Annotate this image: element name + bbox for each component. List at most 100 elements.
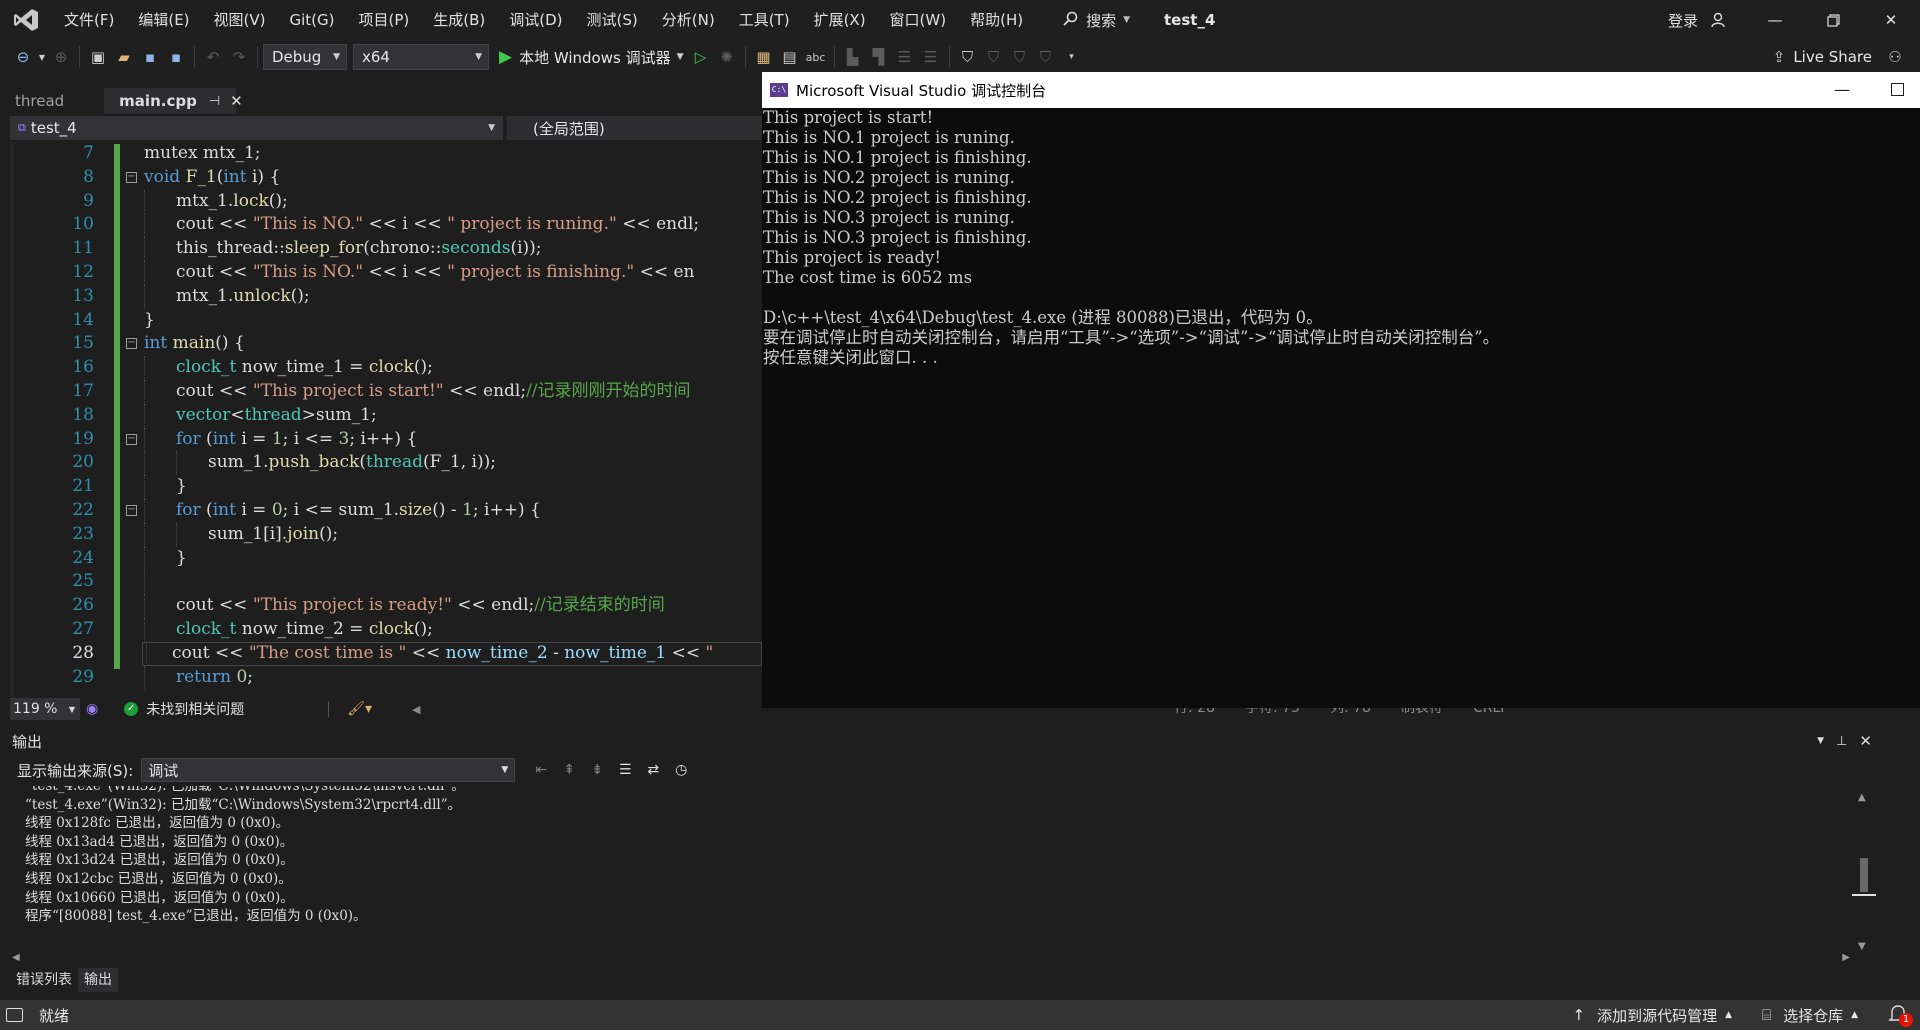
redo-icon[interactable]: ↷ [226, 44, 252, 70]
message-icon[interactable] [6, 1008, 23, 1022]
solution-configuration-select[interactable]: Debug ▼ [263, 44, 347, 70]
output-text[interactable]: “test_4.exe”(Win32): 已加载“C:\Windows\Syst… [0, 786, 1850, 956]
hot-reload-icon[interactable]: ✺ [714, 44, 740, 70]
output-horizontal-scrollbar[interactable]: ◀ ▶ [12, 952, 1850, 966]
close-button[interactable]: ✕ [1862, 0, 1920, 40]
code-editor[interactable]: 7 mutex mtx_1; 8− void F_1(int i) {9 mtx_1.l… [10, 142, 762, 697]
indent-icon[interactable]: ☰ [892, 44, 918, 70]
outdent-icon[interactable]: ☰ [918, 44, 944, 70]
undo-icon[interactable]: ↶ [200, 44, 226, 70]
format-icon[interactable]: ▜ [866, 44, 892, 70]
bookmark-icon[interactable]: ⛉ [955, 44, 981, 70]
scope-dropdown[interactable]: (全局范围) [507, 116, 762, 140]
word-wrap-icon[interactable]: ⇄ [639, 758, 667, 782]
find-message-icon[interactable]: ⇤ [527, 758, 555, 782]
feedback-icon[interactable]: ⚇ [1882, 44, 1908, 70]
console-minimize-button[interactable]: — [1834, 72, 1850, 108]
chevron-down-icon[interactable]: ▼ [36, 44, 48, 70]
scroll-up-icon[interactable]: ▲ [1858, 792, 1866, 803]
tab-error-list[interactable]: 错误列表 [10, 968, 78, 992]
previous-message-icon[interactable]: ⇞ [555, 758, 583, 782]
solution-explorer-icon[interactable]: ▦ [751, 44, 777, 70]
issues-indicator[interactable]: ✓ 未找到相关问题 [124, 699, 244, 719]
save-all-icon[interactable]: ▪ [163, 44, 189, 70]
clear-all-icon[interactable]: ☰ [611, 758, 639, 782]
menu-item[interactable]: 文件(F) [52, 0, 126, 40]
tab-main-cpp[interactable]: main.cpp ⊣ ✕ [104, 88, 243, 114]
console-line: This is NO.2 project is runing. [763, 168, 1015, 187]
close-icon[interactable]: ✕ [230, 92, 243, 110]
output-vertical-scrollbar[interactable]: ▲ ▼ [1852, 792, 1876, 952]
code-token: return [176, 666, 232, 687]
spell-check-icon[interactable]: abc [803, 44, 829, 70]
menu-item[interactable]: 测试(S) [575, 0, 650, 40]
start-without-debugging-icon[interactable]: ▷ [688, 44, 714, 70]
close-icon[interactable]: ✕ [1859, 732, 1872, 750]
console-maximize-button[interactable] [1891, 83, 1904, 96]
scroll-left-icon[interactable]: ◀ [12, 952, 20, 963]
menu-item[interactable]: 编辑(E) [126, 0, 201, 40]
menu-item[interactable]: 视图(V) [202, 0, 278, 40]
fold-toggle-icon[interactable]: − [126, 338, 137, 350]
login-button[interactable]: 登录 [1668, 10, 1698, 31]
notification-bell-icon[interactable]: 1 [1888, 1004, 1913, 1027]
title-menu-bar: 文件(F) 编辑(E) 视图(V) Git(G) 项目(P) 生成(B) 调试(D) 测试(S… [0, 0, 1920, 40]
start-debugging-button[interactable]: ▶ 本地 Windows 调试器 ▼ [495, 44, 688, 70]
fold-toggle-icon[interactable]: − [126, 504, 137, 516]
code-token: clock [368, 357, 414, 378]
search-box[interactable]: 搜索 ▼ [1053, 0, 1140, 40]
output-source-select[interactable]: 调试 ▼ [141, 758, 516, 782]
scrollbar-thumb[interactable] [1860, 858, 1868, 892]
zoom-select[interactable]: 119 % ▼ [10, 698, 80, 720]
fold-toggle-icon[interactable]: − [126, 171, 137, 183]
menu-item[interactable]: 调试(D) [497, 0, 574, 40]
add-to-source-control-button[interactable]: ↑ 添加到源代码管理 ▲ [1573, 1005, 1733, 1026]
fold-toggle-icon[interactable]: − [126, 433, 137, 445]
tab-thread[interactable]: thread [0, 88, 74, 114]
scroll-left-icon[interactable]: ◀ [412, 703, 420, 716]
code-token: - [547, 642, 565, 663]
debug-console-window[interactable]: C:\ Microsoft Visual Studio 调试控制台 — This… [762, 72, 1920, 708]
solution-platform-select[interactable]: x64 ▼ [353, 44, 489, 70]
visual-studio-logo-icon[interactable] [0, 0, 52, 40]
save-icon[interactable]: ▪ [137, 44, 163, 70]
pin-icon[interactable]: ⊣ [209, 94, 220, 109]
project-dropdown[interactable]: ⧉ test_4 ▼ [10, 116, 503, 140]
pane-options-icon[interactable]: ▼ [1817, 736, 1824, 746]
line-number: 20 [72, 452, 94, 473]
pin-icon[interactable]: ⊥ [1836, 734, 1847, 749]
account-icon[interactable] [1704, 12, 1734, 28]
menu-item[interactable]: 分析(N) [650, 0, 727, 40]
intellicode-icon[interactable]: ◉ [86, 701, 98, 717]
console-titlebar[interactable]: C:\ Microsoft Visual Studio 调试控制台 — [762, 72, 1920, 108]
toolbar-overflow-icon[interactable]: ▾ [1059, 44, 1085, 70]
menu-item[interactable]: Git(G) [278, 0, 347, 40]
clear-bookmarks-icon[interactable]: ⛉ [1033, 44, 1059, 70]
back-icon[interactable]: ⊖ [10, 44, 36, 70]
restore-button[interactable] [1804, 0, 1862, 40]
menu-item[interactable]: 工具(T) [727, 0, 802, 40]
menu-item[interactable]: 扩展(X) [802, 0, 878, 40]
window-layout-icon[interactable]: ▤ [777, 44, 803, 70]
menu-item[interactable]: 项目(P) [347, 0, 422, 40]
menu-item[interactable]: 帮助(H) [958, 0, 1035, 40]
code-cleanup-icon[interactable]: 🖌▾ [347, 701, 372, 717]
open-folder-icon[interactable]: ▰ [111, 44, 137, 70]
new-project-icon[interactable]: ▣ [85, 44, 111, 70]
menu-item[interactable]: 生成(B) [421, 0, 497, 40]
status-bar: 就绪 ↑ 添加到源代码管理 ▲ ⌸ 选择仓库 ▲ 1 [0, 1000, 1920, 1030]
select-repository-button[interactable]: ⌸ 选择仓库 ▲ [1762, 1005, 1858, 1026]
timestamp-clock-icon[interactable]: ◷ [667, 758, 695, 782]
previous-bookmark-icon[interactable]: ⛉ [981, 44, 1007, 70]
forward-icon[interactable]: ⊕ [48, 44, 74, 70]
minimize-button[interactable]: — [1746, 0, 1804, 40]
step-icon[interactable]: ▙ [840, 44, 866, 70]
tab-output[interactable]: 输出 [78, 968, 118, 992]
scroll-position-marker [1852, 894, 1876, 896]
scroll-right-icon[interactable]: ▶ [1842, 952, 1850, 963]
scroll-down-icon[interactable]: ▼ [1858, 941, 1866, 952]
next-message-icon[interactable]: ⇟ [583, 758, 611, 782]
next-bookmark-icon[interactable]: ⛉ [1007, 44, 1033, 70]
menu-item[interactable]: 窗口(W) [878, 0, 959, 40]
live-share-button[interactable]: ⇪ Live Share [1773, 40, 1872, 74]
